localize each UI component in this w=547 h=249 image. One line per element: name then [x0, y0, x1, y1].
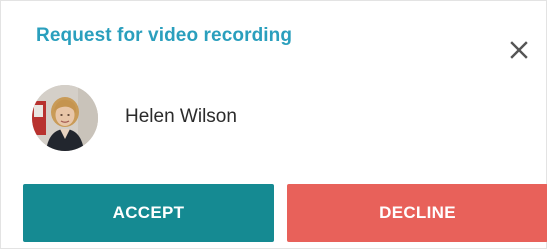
- close-icon: [506, 37, 532, 63]
- avatar: [32, 85, 98, 151]
- video-recording-request-dialog: Request for video recording Helen Wilson…: [0, 0, 547, 249]
- user-name: Helen Wilson: [125, 106, 237, 127]
- dialog-title: Request for video recording: [36, 25, 293, 46]
- accept-button[interactable]: ACCEPT: [23, 184, 274, 242]
- close-button[interactable]: [506, 37, 532, 63]
- decline-button[interactable]: DECLINE: [287, 184, 547, 242]
